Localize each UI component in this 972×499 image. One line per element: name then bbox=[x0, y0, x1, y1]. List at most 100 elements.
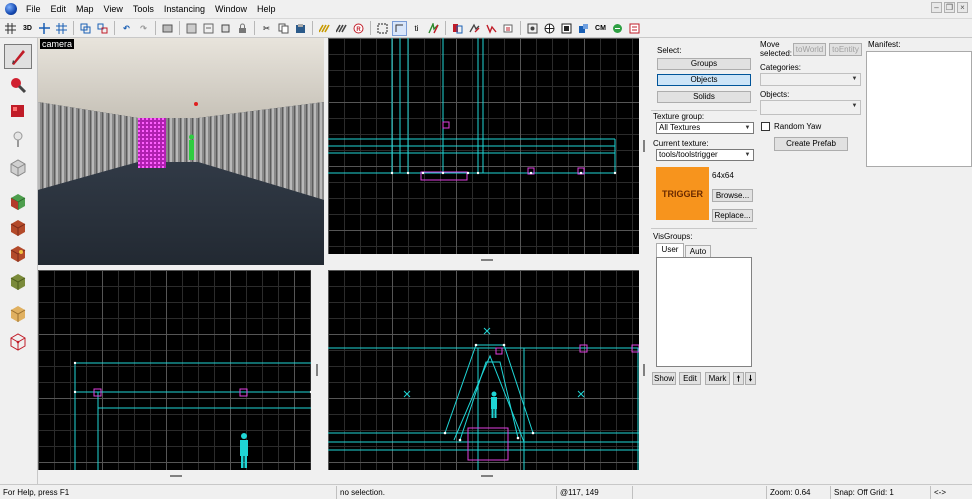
texture-apply-icon[interactable]: ti bbox=[409, 21, 424, 36]
splitter-grip[interactable] bbox=[643, 364, 645, 376]
overlay-tool-icon[interactable] bbox=[4, 268, 32, 293]
texture-lock-icon[interactable] bbox=[235, 21, 250, 36]
sprinkle-tool-icon[interactable] bbox=[610, 21, 625, 36]
compile-icon[interactable] bbox=[542, 21, 557, 36]
to-entity-button[interactable]: toEntity bbox=[829, 43, 862, 56]
redo-icon[interactable]: ↷ bbox=[136, 21, 151, 36]
select-solids-button[interactable]: Solids bbox=[657, 91, 751, 103]
group-icon[interactable] bbox=[78, 21, 93, 36]
to-world-button[interactable]: toWorld bbox=[793, 43, 826, 56]
menu-help[interactable]: Help bbox=[252, 0, 281, 18]
toggle-models-icon[interactable] bbox=[334, 21, 349, 36]
splitter-grip[interactable] bbox=[170, 475, 182, 477]
texture-preview[interactable]: TRIGGER bbox=[656, 167, 709, 220]
menu-window[interactable]: Window bbox=[210, 0, 252, 18]
snap-selection-icon[interactable] bbox=[392, 20, 407, 36]
current-texture-select[interactable]: tools/toolstrigger ▼ bbox=[656, 149, 754, 161]
texture-group-select[interactable]: All Textures ▼ bbox=[656, 122, 754, 134]
tab-auto[interactable]: Auto bbox=[685, 245, 711, 257]
toggle-helpers-icon[interactable] bbox=[317, 21, 332, 36]
magnify-tool-icon[interactable] bbox=[4, 72, 32, 97]
grid-smaller-icon[interactable] bbox=[54, 21, 69, 36]
selection-tool-icon[interactable] bbox=[375, 21, 390, 36]
vertex-tool-icon[interactable] bbox=[4, 328, 32, 353]
texture-application-icon[interactable] bbox=[4, 188, 32, 213]
create-prefab-button[interactable]: Create Prefab bbox=[774, 137, 848, 151]
manifest-list[interactable] bbox=[866, 51, 972, 167]
menu-edit[interactable]: Edit bbox=[46, 0, 72, 18]
front-2d-viewport[interactable] bbox=[328, 270, 639, 470]
block-tool-icon[interactable] bbox=[4, 154, 32, 179]
apply-current-texture-icon[interactable] bbox=[4, 214, 32, 239]
menu-instancing[interactable]: Instancing bbox=[159, 0, 210, 18]
chevron-down-icon: ▼ bbox=[851, 103, 858, 109]
decal-tool-icon[interactable] bbox=[4, 240, 32, 265]
entity-report-icon[interactable] bbox=[426, 21, 441, 36]
splitter-grip[interactable] bbox=[481, 259, 493, 261]
quick-hide-icon[interactable] bbox=[218, 21, 233, 36]
grid-icon[interactable] bbox=[3, 21, 18, 36]
player-silhouette bbox=[240, 433, 248, 468]
down-arrow-icon[interactable]: 🠗 bbox=[745, 372, 756, 385]
chevron-down-icon: ▼ bbox=[744, 152, 751, 158]
run-map-icon[interactable] bbox=[559, 21, 574, 36]
random-yaw-checkbox[interactable] bbox=[761, 122, 770, 131]
map-properties-icon[interactable] bbox=[576, 21, 591, 36]
status-snap: Snap: Off Grid: 1 bbox=[830, 486, 930, 499]
splitter-grip[interactable] bbox=[481, 475, 493, 477]
menu-view[interactable]: View bbox=[99, 0, 128, 18]
menu-tools[interactable]: Tools bbox=[128, 0, 159, 18]
undo-icon[interactable]: ↶ bbox=[119, 21, 134, 36]
cut-icon[interactable]: ✂ bbox=[259, 21, 274, 36]
browse-button[interactable]: Browse... bbox=[712, 189, 753, 202]
camera-viewport[interactable]: camera bbox=[38, 38, 324, 265]
status-size bbox=[632, 486, 766, 499]
show-hidden-icon[interactable] bbox=[201, 21, 216, 36]
trigger-brush bbox=[138, 118, 166, 168]
grid-larger-icon[interactable] bbox=[37, 21, 52, 36]
toggle-decals-icon[interactable]: R bbox=[351, 21, 366, 36]
up-arrow-icon[interactable]: 🠕 bbox=[733, 372, 744, 385]
entity-tool-icon[interactable] bbox=[4, 126, 32, 151]
prefab-tool-icon[interactable] bbox=[627, 21, 642, 36]
splitter-grip[interactable] bbox=[316, 364, 318, 376]
vertex-manipulation-icon[interactable] bbox=[484, 21, 499, 36]
hide-textures-icon[interactable] bbox=[467, 21, 482, 36]
hide-items-icon[interactable] bbox=[184, 21, 199, 36]
restore-icon[interactable]: ❐ bbox=[944, 2, 955, 13]
visgroups-list[interactable] bbox=[656, 257, 752, 367]
camera-tool-icon[interactable] bbox=[4, 98, 32, 123]
chevron-down-icon: ▼ bbox=[744, 125, 751, 131]
find-entities-icon[interactable] bbox=[525, 21, 540, 36]
tab-user[interactable]: User bbox=[656, 243, 684, 257]
clipping-tool-icon[interactable] bbox=[4, 300, 32, 325]
side-2d-viewport[interactable] bbox=[38, 270, 311, 470]
3d-grid-icon[interactable]: 3D bbox=[20, 21, 35, 36]
categories-select[interactable]: ▼ bbox=[760, 73, 861, 86]
cordon-toggle-icon[interactable]: CM bbox=[593, 21, 608, 36]
texture-group-label: Texture group: bbox=[653, 112, 705, 121]
menu-file[interactable]: File bbox=[21, 0, 46, 18]
app-globe-icon[interactable] bbox=[5, 3, 17, 15]
carve-icon[interactable] bbox=[160, 21, 175, 36]
visgroup-show-button[interactable]: Show bbox=[652, 372, 676, 385]
close-icon[interactable]: × bbox=[957, 2, 968, 13]
paste-icon[interactable] bbox=[293, 21, 308, 36]
clipping-tool-icon[interactable] bbox=[501, 21, 516, 36]
copy-icon[interactable] bbox=[276, 21, 291, 36]
replace-button[interactable]: Replace... bbox=[712, 209, 753, 222]
move-selected-label: Move selected: bbox=[760, 40, 793, 58]
toggle-groupignore-icon[interactable] bbox=[450, 21, 465, 36]
visgroup-mark-button[interactable]: Mark bbox=[705, 372, 730, 385]
visgroup-edit-button[interactable]: Edit bbox=[679, 372, 701, 385]
objects-select[interactable]: ▼ bbox=[760, 100, 861, 115]
prefab-panel: Move selected: toWorld toEntity Categori… bbox=[757, 38, 865, 158]
selection-tool-icon[interactable] bbox=[4, 44, 32, 69]
ungroup-icon[interactable] bbox=[95, 21, 110, 36]
select-groups-button[interactable]: Groups bbox=[657, 58, 751, 70]
top-2d-viewport[interactable] bbox=[328, 38, 639, 254]
splitter-grip[interactable] bbox=[643, 140, 645, 152]
select-objects-button[interactable]: Objects bbox=[657, 74, 751, 86]
menu-map[interactable]: Map bbox=[71, 0, 99, 18]
minimize-icon[interactable]: – bbox=[931, 2, 942, 13]
